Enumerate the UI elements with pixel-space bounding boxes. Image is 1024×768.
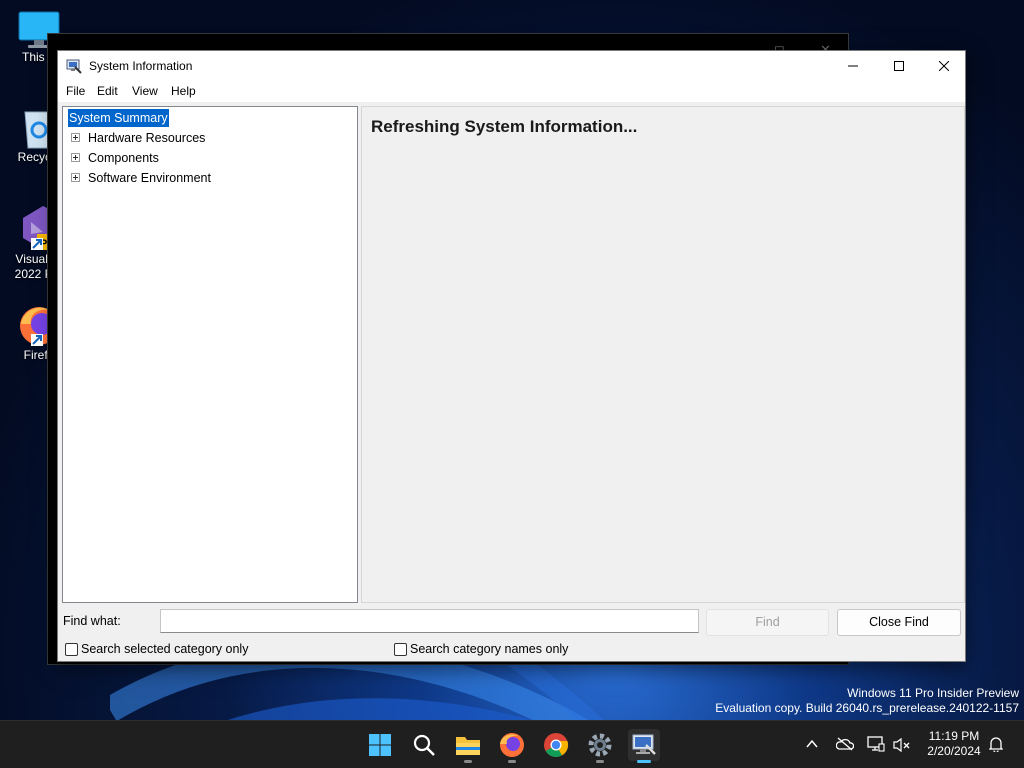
- chrome-icon: [544, 733, 569, 758]
- category-tree[interactable]: System Summary Hardware Resources Compon…: [62, 106, 358, 603]
- notifications-icon[interactable]: [989, 736, 1003, 752]
- settings-icon: [588, 733, 612, 757]
- taskbar-settings[interactable]: [584, 729, 616, 763]
- evaluation-watermark-line2: Evaluation copy. Build 26040.rs_prerelea…: [715, 701, 1019, 715]
- menu-help[interactable]: Help: [171, 84, 196, 98]
- menu-edit[interactable]: Edit: [97, 84, 118, 98]
- taskbar-firefox[interactable]: [496, 729, 528, 763]
- evaluation-watermark-line1: Windows 11 Pro Insider Preview: [847, 686, 1019, 700]
- minimize-icon: [848, 65, 858, 67]
- find-what-label: Find what:: [63, 614, 121, 628]
- system-clock[interactable]: 11:19 PM 2/20/2024: [922, 729, 986, 759]
- clock-date: 2/20/2024: [927, 744, 981, 758]
- close-find-button[interactable]: Close Find: [837, 609, 961, 636]
- minimize-button[interactable]: [830, 51, 876, 81]
- taskbar-chrome[interactable]: [540, 729, 572, 761]
- running-indicator: [596, 760, 604, 763]
- system-information-icon: [66, 59, 82, 74]
- tree-item-label: Software Environment: [88, 171, 211, 185]
- network-icon[interactable]: [867, 736, 885, 752]
- running-indicator: [637, 760, 651, 763]
- search-button[interactable]: [408, 729, 440, 761]
- volume-muted-icon[interactable]: [893, 737, 911, 753]
- chevron-up-icon[interactable]: [806, 739, 818, 749]
- tree-item-label: Hardware Resources: [88, 131, 206, 145]
- status-message: Refreshing System Information...: [371, 117, 638, 136]
- onedrive-icon[interactable]: [836, 737, 854, 751]
- maximize-button[interactable]: [876, 51, 922, 81]
- maximize-icon: [894, 61, 904, 71]
- running-indicator: [464, 760, 472, 763]
- start-button[interactable]: [364, 729, 396, 761]
- system-information-window[interactable]: System Information File Edit View Help S…: [57, 50, 966, 662]
- close-button[interactable]: [921, 51, 967, 81]
- checkbox-box[interactable]: [65, 642, 78, 656]
- window-title: System Information: [89, 59, 193, 73]
- expand-icon[interactable]: [71, 153, 80, 162]
- find-button[interactable]: Find: [706, 609, 829, 636]
- expand-icon[interactable]: [71, 173, 80, 182]
- close-icon: [939, 61, 949, 71]
- file-explorer-icon: [456, 737, 480, 755]
- checkbox-box[interactable]: [394, 642, 407, 656]
- detail-pane: Refreshing System Information...: [361, 106, 965, 603]
- tree-item-label: Components: [88, 151, 159, 165]
- checkbox-label: Search selected category only: [81, 642, 249, 656]
- start-icon: [369, 734, 391, 756]
- taskbar-file-explorer[interactable]: [452, 729, 484, 763]
- clock-time: 11:19 PM: [928, 729, 980, 743]
- menu-file[interactable]: File: [66, 84, 85, 98]
- taskbar-system-information[interactable]: [628, 729, 660, 763]
- running-indicator: [508, 760, 516, 763]
- tree-item-label: System Summary: [68, 109, 169, 127]
- expand-icon[interactable]: [71, 133, 80, 142]
- checkbox-label: Search category names only: [410, 642, 569, 656]
- menu-bar: File Edit View Help: [58, 81, 965, 102]
- system-information-icon: [632, 734, 656, 755]
- title-bar[interactable]: System Information: [58, 51, 965, 81]
- search-category-names-checkbox[interactable]: Search category names only: [394, 641, 568, 657]
- firefox-icon: [500, 733, 524, 757]
- find-what-input[interactable]: [160, 609, 699, 633]
- menu-view[interactable]: View: [132, 84, 158, 98]
- search-selected-category-checkbox[interactable]: Search selected category only: [65, 641, 248, 657]
- taskbar: 11:19 PM 2/20/2024: [0, 720, 1024, 768]
- search-icon: [413, 734, 435, 756]
